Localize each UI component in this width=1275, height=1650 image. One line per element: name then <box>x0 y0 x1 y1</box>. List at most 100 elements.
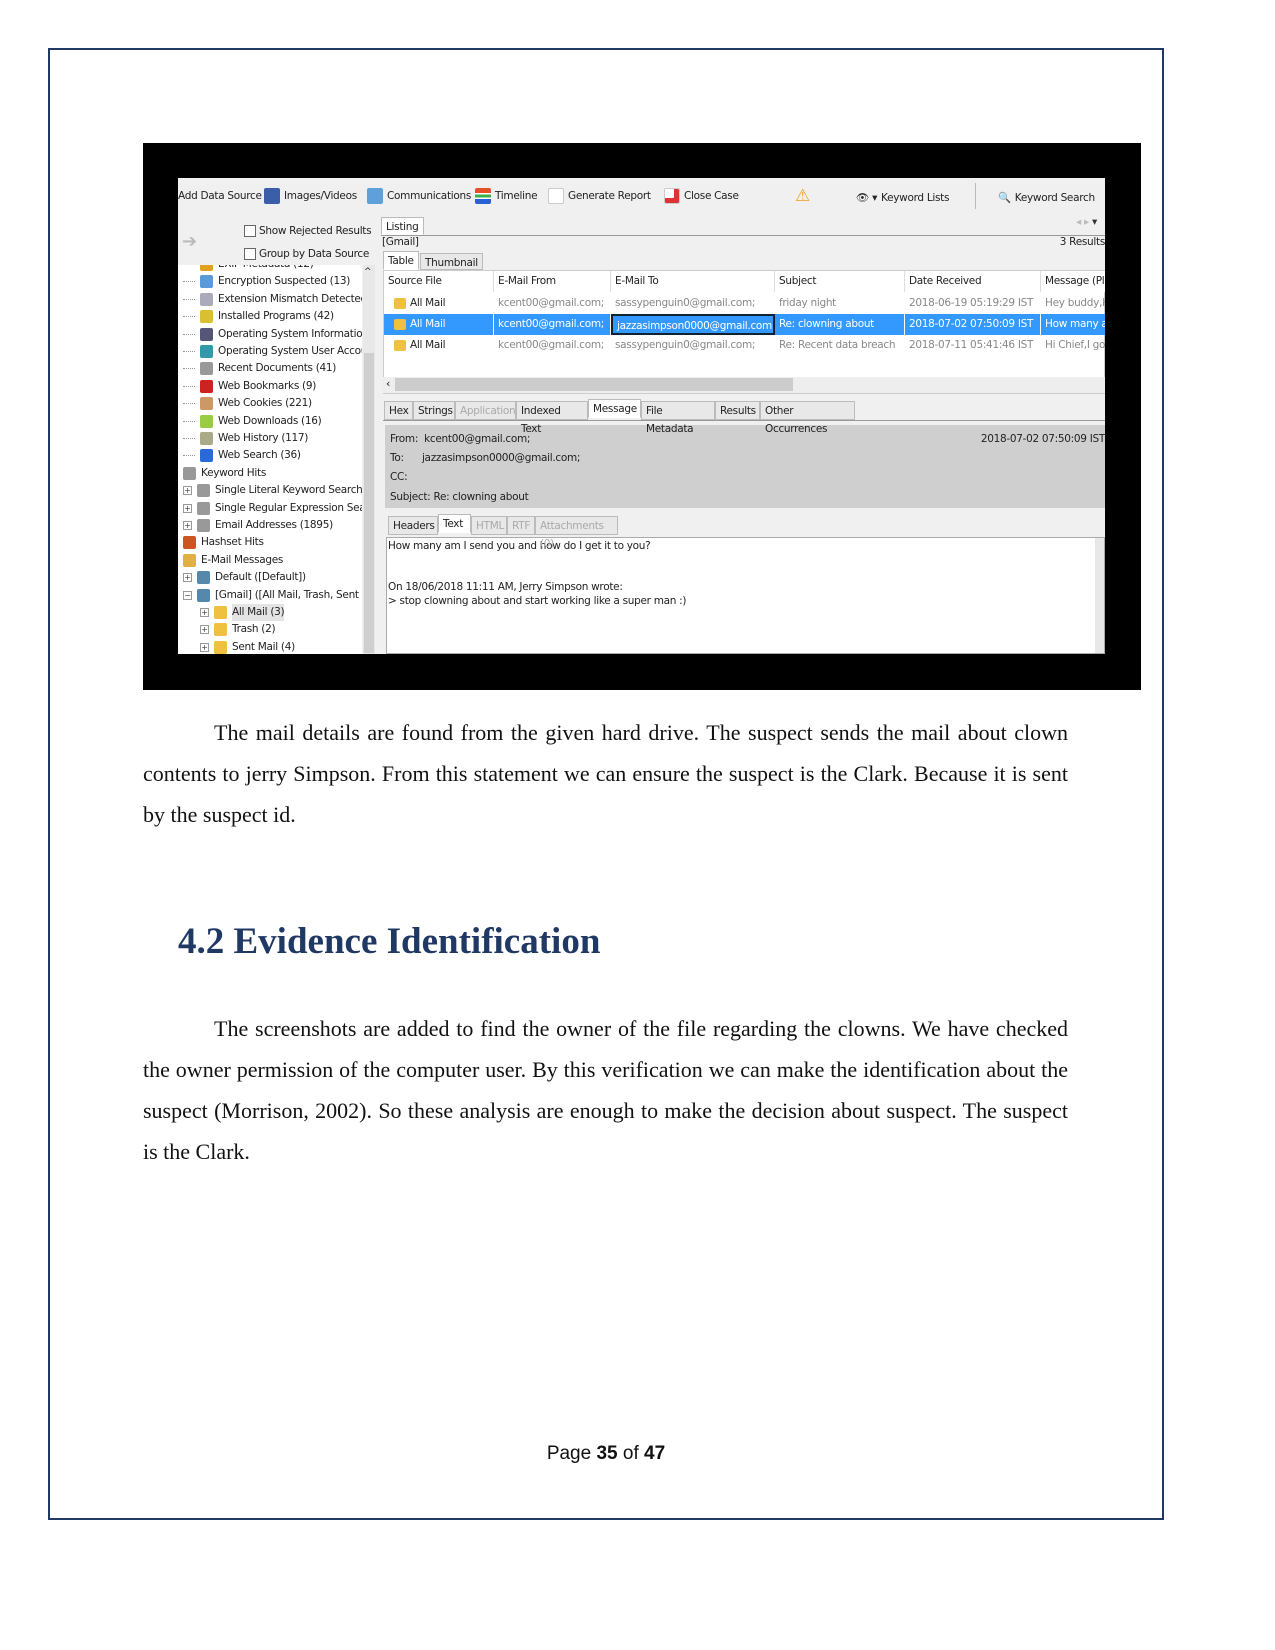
expand-icon[interactable]: − <box>183 590 192 600</box>
message-body[interactable]: How many am I send you and how do I get … <box>386 537 1105 654</box>
tree-item[interactable]: Extension Mismatch Detected <box>183 291 362 308</box>
expand-icon[interactable]: + <box>200 642 209 652</box>
tab-message[interactable]: Message <box>588 399 641 418</box>
divider <box>383 420 1105 421</box>
scroll-up-icon[interactable]: ^ <box>364 267 372 277</box>
message-tab[interactable]: RTF <box>507 516 535 535</box>
tree-item[interactable]: + Single Literal Keyword Search <box>183 482 362 499</box>
expand-icon[interactable]: + <box>200 625 209 635</box>
tree-item[interactable]: + Trash (2) <box>200 621 276 638</box>
tree-item[interactable]: Web Bookmarks (9) <box>183 378 316 395</box>
tree-item-label: Web History (117) <box>218 432 309 444</box>
column-header[interactable]: E-Mail From <box>494 271 611 292</box>
table-row[interactable]: All Mail kcent00@gmail.com; jazzasimpson00… <box>384 314 1105 335</box>
tree-item[interactable]: E-Mail Messages <box>183 552 283 569</box>
tree-item[interactable]: Web Cookies (221) <box>183 395 312 412</box>
add-data-source-button[interactable]: Add Data Source <box>178 186 262 206</box>
tree-item[interactable]: Encryption Suspected (13) <box>183 273 350 290</box>
tree-item[interactable]: Keyword Hits <box>183 465 266 482</box>
tree-item-icon <box>197 519 210 532</box>
tab-hex[interactable]: Hex <box>384 401 413 420</box>
timeline-button[interactable]: Timeline <box>475 186 538 206</box>
show-rejected-checkbox[interactable]: Show Rejected Results <box>244 225 372 237</box>
tab-strings[interactable]: Strings <box>413 401 455 420</box>
tree-item-icon <box>197 501 210 515</box>
tree-item[interactable]: Web Downloads (16) <box>183 413 322 430</box>
message-tab[interactable]: Text <box>438 514 471 533</box>
group-by-source-checkbox[interactable]: Group by Data Source <box>244 248 369 260</box>
expand-icon[interactable]: + <box>183 503 192 513</box>
message-tab[interactable]: Attachments (0) <box>535 516 618 550</box>
cell-text: kcent00@gmail.com; <box>498 318 605 330</box>
search-icon: 🔍 <box>998 192 1011 204</box>
tree-item[interactable]: + Email Addresses (1895) <box>183 517 333 534</box>
cell-text: Re: clowning about <box>779 318 874 330</box>
tree-item-label: Web Search (36) <box>218 449 301 462</box>
tree-scroll-thumb[interactable] <box>364 353 374 653</box>
tree-item[interactable]: Web History (117) <box>183 430 308 447</box>
images-icon <box>264 188 280 204</box>
column-header[interactable]: Date Received <box>905 271 1041 292</box>
table-cell: Re: clowning about <box>775 314 905 335</box>
tree-item[interactable]: Recent Documents (41) <box>183 360 336 377</box>
tree-item-label: Trash (2) <box>232 623 276 636</box>
body-line: On 18/06/2018 11:11 AM, Jerry Simpson wr… <box>388 581 623 593</box>
forward-arrow-icon[interactable]: ➔ <box>182 231 197 252</box>
expand-icon[interactable]: + <box>183 486 192 496</box>
tree-item[interactable]: Hashset Hits <box>183 534 264 551</box>
tree-item-label: EXIF Metadata (12) <box>218 265 314 273</box>
tree-item-label: Web Bookmarks (9) <box>218 379 317 392</box>
tree-item[interactable]: + Sent Mail (4) <box>200 639 295 654</box>
tab-application[interactable]: Application <box>455 401 516 420</box>
horizontal-scrollbar[interactable]: ‹ <box>383 377 1105 393</box>
column-header[interactable]: E-Mail To <box>611 271 775 292</box>
tree-item[interactable]: + Default ([Default]) <box>183 569 306 586</box>
keyword-lists-button[interactable]: 👁 ▾ Keyword Lists <box>856 188 949 208</box>
tab-table[interactable]: Table <box>383 251 419 270</box>
tree-item[interactable]: EXIF Metadata (12) <box>183 265 314 273</box>
expand-icon[interactable]: + <box>183 521 192 530</box>
tab-file-metadata[interactable]: File Metadata <box>641 401 715 435</box>
column-header[interactable]: Source File <box>384 271 494 292</box>
warning-icon[interactable]: ⚠ <box>795 186 810 206</box>
expand-icon[interactable]: + <box>200 608 209 617</box>
tree-item[interactable]: − [Gmail] ([All Mail, Trash, Sent I <box>183 587 362 604</box>
message-tab[interactable]: HTML <box>471 516 507 535</box>
tree-item-icon <box>214 623 227 637</box>
label: Images/Videos <box>284 190 357 202</box>
table-cell: kcent00@gmail.com; <box>494 293 611 314</box>
table-row[interactable]: All Mail kcent00@gmail.com; sassypenguin0@… <box>384 335 1105 356</box>
message-tab[interactable]: Headers <box>388 516 438 535</box>
close-case-button[interactable]: Close Case <box>664 186 739 206</box>
table-row[interactable]: All Mail kcent00@gmail.com; sassypenguin0@… <box>384 293 1105 314</box>
keyword-search-button[interactable]: 🔍 Keyword Search <box>998 188 1095 208</box>
images-videos-button[interactable]: Images/Videos <box>264 186 357 206</box>
to-value: jazzasimpson0000@gmail.com; <box>421 452 581 464</box>
cell-text: How many am <box>1045 318 1105 330</box>
tree-item[interactable]: + All Mail (3) <box>200 604 285 621</box>
tree-item-icon <box>197 588 210 602</box>
tree-item-label: Default ([Default]) <box>215 571 306 584</box>
column-header[interactable]: Message (Plain <box>1041 271 1105 292</box>
communications-button[interactable]: Communications <box>367 186 471 206</box>
tab-indexed-text[interactable]: Indexed Text <box>516 401 588 435</box>
tree-item-label: Keyword Hits <box>201 466 266 479</box>
table-cell: jazzasimpson0000@gmail.com; <box>611 314 775 335</box>
table-cell: All Mail <box>384 335 494 356</box>
nav-arrows-icon[interactable]: ◂ ▸ ▾ <box>1076 216 1097 228</box>
expand-icon[interactable]: + <box>183 573 192 583</box>
tree-item[interactable]: Installed Programs (42) <box>183 308 334 325</box>
body-scrollbar[interactable] <box>1095 538 1104 653</box>
generate-report-button[interactable]: Generate Report <box>548 186 651 206</box>
table-cell: kcent00@gmail.com; <box>494 314 611 335</box>
tree-item[interactable]: + Single Regular Expression Sea <box>183 500 362 517</box>
tab-other-occurrences[interactable]: Other Occurrences <box>760 401 855 435</box>
tab-thumbnail[interactable]: Thumbnail <box>420 253 483 270</box>
tab-results[interactable]: Results <box>715 401 760 420</box>
close-case-icon <box>664 188 680 204</box>
tree-item[interactable]: Web Search (36) <box>183 447 301 464</box>
listing-tab[interactable]: Listing <box>381 217 424 235</box>
tree-item[interactable]: Operating System User Accou <box>183 343 362 360</box>
column-header[interactable]: Subject <box>775 271 905 292</box>
tree-item[interactable]: Operating System Information <box>183 326 362 343</box>
